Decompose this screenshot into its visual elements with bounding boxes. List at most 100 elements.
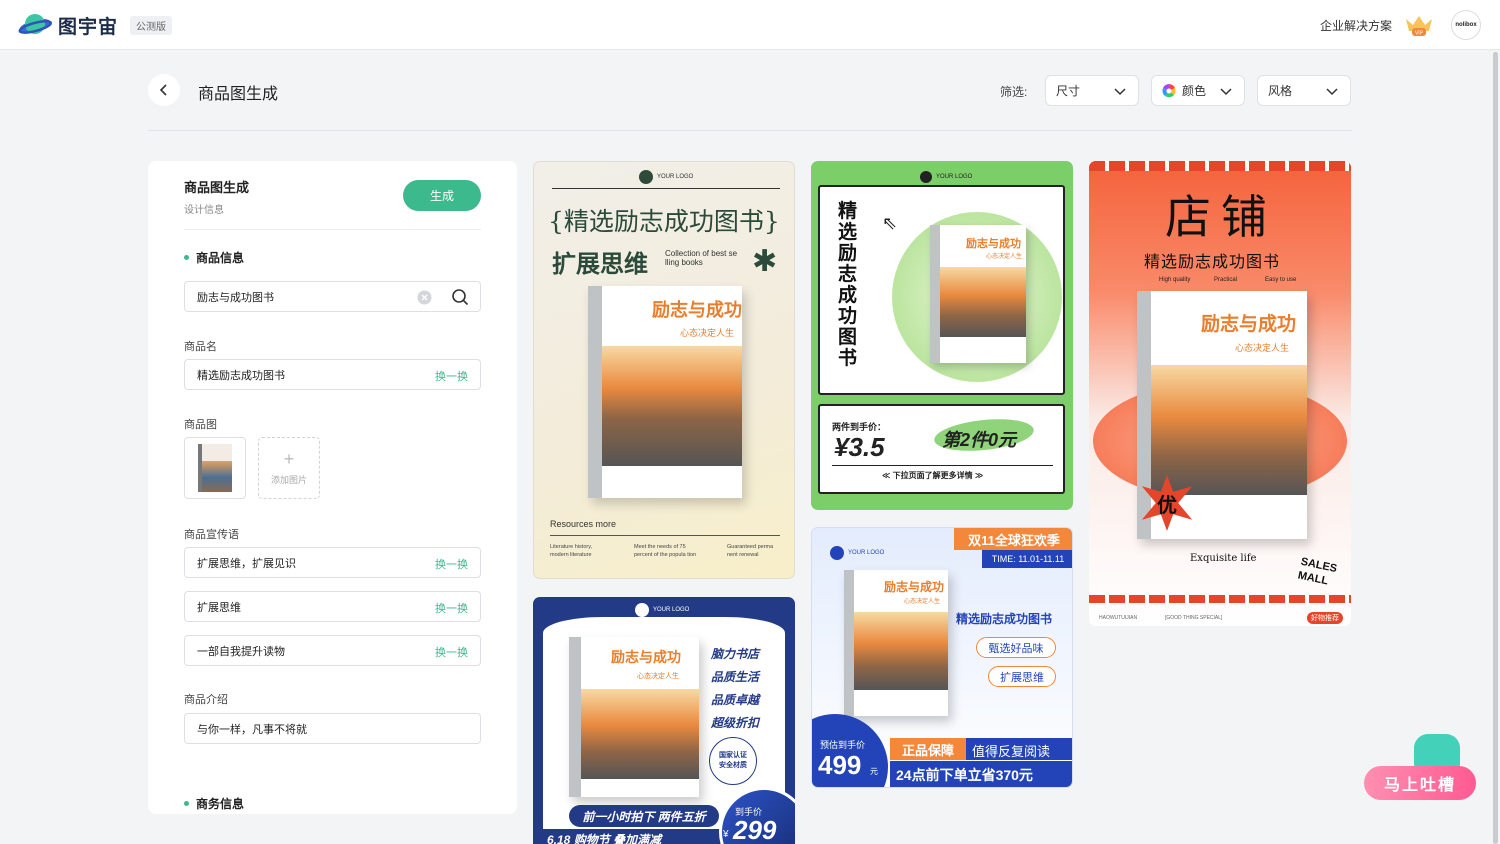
top-bar: 图宇宙 公测版 企业解决方案 VIP nolibox: [0, 0, 1500, 50]
book-title: 励志与成功: [966, 238, 1021, 250]
book-subtitle: 心态决定人生: [904, 599, 941, 605]
chevron-left-icon: [159, 84, 167, 96]
card-frame: 精选励志成功图书 ⇖ 励志与成功 心态决定人生: [818, 185, 1065, 395]
bullet-dot: [184, 801, 189, 806]
product-image-thumbnail[interactable]: [184, 437, 246, 499]
col-text-1: Literature history, modern literature: [550, 544, 593, 558]
clear-icon[interactable]: [417, 290, 432, 305]
style-filter-label: 风格: [1268, 84, 1293, 98]
search-value: 励志与成功图书: [197, 291, 274, 304]
life-text: Exquisite life: [1190, 553, 1257, 564]
logo-text: YOUR LOGO: [653, 607, 690, 613]
book-subtitle: 心态决定人生: [680, 328, 735, 338]
card-subheadline: 扩展思维: [552, 249, 648, 278]
brand-logo[interactable]: 图宇宙 公测版: [18, 10, 173, 40]
section-business-info: 商务信息: [184, 795, 244, 812]
user-avatar[interactable]: nolibox: [1451, 10, 1481, 40]
swap-button[interactable]: 换一换: [435, 368, 468, 384]
sales-text: SALES MALL: [1296, 555, 1339, 588]
enterprise-solutions-link[interactable]: 企业解决方案: [1320, 17, 1392, 34]
swap-button[interactable]: 换一换: [435, 644, 468, 660]
price-value: ¥3.5: [834, 432, 885, 462]
add-image-button[interactable]: + 添加图片: [258, 437, 320, 499]
tag-3: Easy to use: [1265, 277, 1297, 283]
generate-button[interactable]: 生成: [403, 180, 481, 211]
slogan-value: 一部自我提升读物: [197, 645, 285, 658]
section-business-label: 商务信息: [196, 797, 245, 811]
feedback-button[interactable]: 马上吐槽: [1364, 766, 1476, 800]
book-subtitle: 心态决定人生: [986, 254, 1023, 260]
intro-input[interactable]: 与你一样，凡事不将就: [184, 713, 481, 744]
price-value: 499: [818, 750, 862, 780]
book-photo: [602, 346, 742, 466]
foot-mid: [GOOD THING SPECIAL]: [1165, 615, 1223, 621]
shop-title: 店铺: [1165, 190, 1277, 244]
card-title: 精选励志成功图书: [1144, 252, 1281, 271]
mascot-icon[interactable]: [1414, 734, 1460, 770]
deal-text: 24点前下单立省370元: [896, 767, 1033, 783]
promo-bar: 前一小时拍下 两件五折: [569, 805, 719, 827]
page-title: 商品图生成: [198, 86, 279, 103]
card-headline: {精选励志成功图书}: [548, 207, 780, 236]
size-filter-dropdown[interactable]: 尺寸: [1045, 75, 1139, 106]
template-card-5[interactable]: YOUR LOGO 双11全球狂欢季 TIME: 11.01-11.11 励志与…: [811, 527, 1073, 788]
book-title: 励志与成功: [884, 580, 945, 594]
size-filter-label: 尺寸: [1056, 84, 1081, 98]
book-subtitle: 心态决定人生: [1235, 343, 1290, 353]
style-filter-dropdown[interactable]: 风格: [1257, 75, 1351, 106]
rule: [832, 465, 1053, 466]
toolbar-divider: [148, 130, 1352, 131]
filter-label: 筛选:: [1000, 85, 1028, 99]
template-card-2[interactable]: 精选励志成功图书 ⇖ 励志与成功 心态决定人生 YOUR LOGO 两件到手价：…: [811, 161, 1073, 510]
guarantee-tag: 正品保障: [890, 738, 966, 760]
col-text-2: Meet the needs of 75 percent of the popu…: [634, 544, 697, 558]
slogan-input-3[interactable]: 一部自我提升读物 换一换: [184, 635, 481, 666]
vip-text: VIP: [1415, 31, 1424, 37]
foot-right: 好物推荐: [1307, 612, 1343, 624]
slogan-input-1[interactable]: 扩展思维，扩展见识 换一换: [184, 547, 481, 578]
planet-logo-icon: [18, 14, 52, 34]
back-button[interactable]: [148, 74, 180, 106]
swap-button[interactable]: 换一换: [435, 556, 468, 572]
card-en-text: Collection of best se lling books: [665, 249, 738, 267]
panel-title: 商品图生成: [184, 180, 250, 195]
search-icon[interactable]: [451, 288, 469, 306]
logo-text: YOUR LOGO: [657, 174, 694, 180]
time-banner: TIME: 11.01-11.11: [982, 550, 1072, 568]
slogan-input-2[interactable]: 扩展思维 换一换: [184, 591, 481, 622]
vip-crown-icon[interactable]: VIP: [1404, 13, 1434, 37]
feature-list: 脑力书店 品质生活 品质卓越 超级折扣: [711, 643, 759, 735]
book-cover: 励志与成功 心态决定人生: [930, 225, 1026, 363]
color-wheel-icon: [1162, 83, 1176, 97]
template-card-4[interactable]: YOUR LOGO 励志与成功 心态决定人生 脑力书店 品质生活 品质卓越 超级…: [533, 597, 795, 844]
tag-pill: 扩展思维: [988, 666, 1056, 687]
book-title: 励志与成功: [652, 300, 742, 320]
book-cover: 励志与成功 心态决定人生: [588, 286, 742, 498]
panel-subtitle: 设计信息: [184, 205, 224, 216]
feature-line: 脑力书店: [711, 647, 760, 661]
col-text-3: Guaranteed perma nent renewal: [727, 544, 774, 558]
festival-banner: 双11全球狂欢季: [954, 528, 1072, 550]
price-frame: 两件到手价： ¥3.5 第2件0元 ≪ 下拉页面了解更多详情 ≫: [818, 404, 1065, 494]
product-search-input[interactable]: 励志与成功图书: [184, 281, 481, 312]
page-scrollbar[interactable]: [1493, 52, 1498, 844]
add-image-label: 添加图片: [270, 474, 307, 485]
book-thumbnail: [198, 444, 232, 492]
foot-left: HAOWUTUIJIAN: [1099, 615, 1138, 621]
swap-button[interactable]: 换一换: [435, 600, 468, 616]
promo-text: 第2件0元: [942, 430, 1017, 450]
vertical-title: 精选励志成功图书: [838, 201, 858, 369]
book-cover: 励志与成功 心态决定人生: [569, 637, 699, 797]
panel-divider: [184, 229, 481, 230]
slogan-label: 商品宣传语: [184, 529, 239, 541]
chevron-down-icon: [1326, 88, 1338, 96]
logo-text: YOUR LOGO: [936, 174, 973, 180]
price-unit: 元: [870, 767, 878, 776]
product-name-input[interactable]: 精选励志成功图书 换一换: [184, 359, 481, 390]
template-card-1[interactable]: YOUR LOGO {精选励志成功图书} 扩展思维 Collection of …: [533, 161, 795, 579]
chevron-down-icon: [1220, 88, 1232, 96]
template-card-3[interactable]: 店铺 精选励志成功图书 High quality Practical Easy …: [1089, 161, 1351, 626]
intro-label: 商品介绍: [184, 694, 228, 706]
color-filter-dropdown[interactable]: 颜色: [1151, 75, 1245, 106]
logo-text: YOUR LOGO: [848, 550, 885, 556]
